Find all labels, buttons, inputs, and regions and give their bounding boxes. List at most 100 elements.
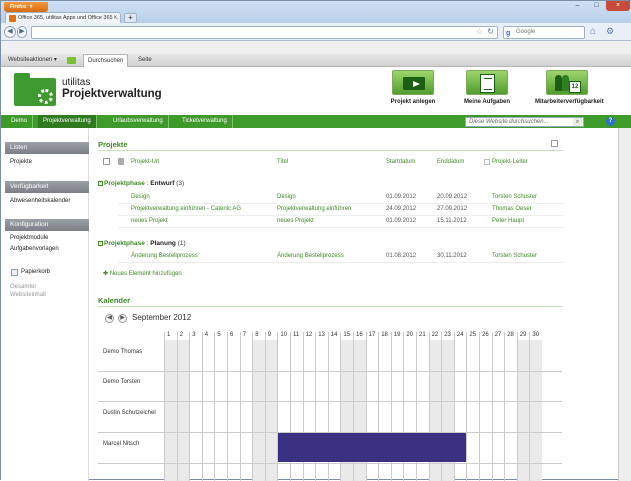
day-header: 18	[378, 332, 391, 340]
person-name: Demo Thomas	[103, 349, 143, 355]
availability-grid: 1 2 3 4 5 6 7 8 9 10 11 12 13 14 15 16 17 18 19 20 21 22 23 24 2…	[98, 332, 562, 481]
row-projekt-leiter[interactable]: Torsten Schuster	[492, 253, 537, 259]
group-header-planung[interactable]: - Projektphase : Planung (1)	[98, 240, 186, 247]
nav-urlaubsverwaltung[interactable]: Urlaubsverwaltung	[108, 115, 169, 128]
day-column	[252, 340, 265, 481]
web-search-input[interactable]: g Google	[503, 26, 585, 39]
table-row	[118, 262, 563, 263]
new-tab-button[interactable]: +	[124, 13, 137, 23]
day-header: 12	[302, 332, 316, 340]
recycle-bin-icon	[11, 269, 18, 276]
row-titel[interactable]: Design	[277, 194, 296, 200]
site-actions-menu[interactable]: Websiteaktionen ▾	[8, 54, 57, 67]
reload-icon[interactable]: ↻	[487, 27, 494, 36]
row-projekt-leiter[interactable]: Peter Haupt	[492, 218, 524, 224]
group-header-entwurf[interactable]: - Projektphase : Entwurf (3)	[98, 180, 184, 187]
day-header: 27	[491, 332, 505, 340]
row-projekt-url[interactable]: Design	[131, 194, 150, 200]
day-header: 22	[428, 332, 442, 340]
my-tasks-button[interactable]: Meine Aufgaben	[457, 70, 517, 105]
collapse-icon[interactable]: -	[98, 180, 103, 186]
row-projekt-url[interactable]: neues Projekt	[131, 218, 168, 224]
row-titel[interactable]: Projektverwaltung einführen	[277, 206, 351, 212]
lists-header[interactable]: Listen	[5, 142, 89, 154]
nav-demo[interactable]: Demo	[6, 115, 34, 128]
page-scrollbar[interactable]	[618, 128, 631, 481]
column-startdatum[interactable]: Startdatum	[386, 159, 415, 165]
day-header: 2	[176, 332, 190, 340]
sharepoint-ribbon: Websiteaktionen ▾ Durchsuchen Seite	[1, 54, 631, 67]
home-icon[interactable]: ⌂	[590, 26, 596, 37]
day-header: 9	[264, 332, 278, 340]
sidebar-item-aufgabenvorlagen[interactable]: Aufgabenvorlagen	[10, 246, 59, 252]
forward-arrow-icon[interactable]: ▶	[17, 26, 27, 38]
availability-header[interactable]: Verfügbarkeit	[5, 181, 89, 193]
nav-projektverwaltung[interactable]: Projektverwaltung	[38, 115, 97, 128]
day-header: 11	[290, 332, 303, 340]
day-header: 4	[201, 332, 215, 340]
tab-page[interactable]: Seite	[138, 54, 152, 67]
all-content-link-1[interactable]: Gesamter	[10, 284, 36, 290]
row-projekt-leiter[interactable]: Thomas Oeser	[492, 206, 532, 212]
person-name: Marcel Nitsch	[103, 441, 140, 447]
row-divider	[98, 463, 562, 464]
staff-availability-button[interactable]: 12 Mitarbeiterverfügbarkeit	[535, 70, 604, 105]
person-name: Dustin Schutzeichel	[103, 410, 156, 416]
title-bar: Firefox ▼ Office 365, utilitas Apps und O…	[1, 1, 631, 24]
maximize-button[interactable]: □	[587, 1, 606, 11]
select-all-checkbox[interactable]	[103, 158, 110, 165]
day-header: 15	[340, 332, 353, 340]
row-projekt-url[interactable]: Projektverwaltung einführen - Catenic AG	[131, 206, 241, 212]
column-projekt-leiter[interactable]: Projekt-Leiter	[492, 159, 528, 165]
day-header: 10	[277, 332, 290, 340]
row-titel[interactable]: Änderung Bestellprozess	[277, 253, 344, 259]
sidebar-item-projekte[interactable]: Projekte	[10, 159, 32, 165]
sidebar-item-projektmodule[interactable]: Projektmodule	[10, 235, 48, 241]
absence-bar[interactable]	[278, 433, 467, 462]
column-projekt-url[interactable]: Projekt-Url	[131, 159, 159, 165]
bookmark-star-icon[interactable]: ☆	[476, 27, 483, 36]
create-project-button[interactable]: Projekt anlegen	[383, 70, 443, 105]
prev-month-icon[interactable]: ◀	[105, 314, 114, 323]
firefox-menu-button[interactable]: Firefox ▼	[4, 2, 48, 12]
day-header: 24	[453, 332, 467, 340]
row-titel[interactable]: neues Projekt	[277, 218, 314, 224]
nav-ticketverwaltung[interactable]: Ticketverwaltung	[177, 115, 233, 128]
row-projekt-url[interactable]: Änderung Bestellprozess	[131, 253, 198, 259]
calendar-title[interactable]: Kalender	[98, 296, 130, 305]
configuration-header[interactable]: Konfiguration	[5, 219, 89, 231]
tools-icon[interactable]: ⚙	[606, 26, 614, 37]
column-enddatum[interactable]: Enddatum	[437, 159, 464, 165]
close-window-button[interactable]: ×	[606, 1, 630, 11]
recycle-bin-link[interactable]: Papierkorb	[21, 269, 50, 275]
column-titel[interactable]: Titel	[277, 159, 288, 165]
day-header: 25	[466, 332, 479, 340]
projects-title[interactable]: Projekte	[98, 140, 128, 149]
site-header: utilitas Projektverwaltung Projekt anleg…	[1, 67, 631, 115]
calendar-divider	[98, 306, 563, 307]
url-bar[interactable]: ☆ ↻	[31, 26, 498, 39]
search-icon[interactable]: ⌕	[573, 118, 582, 126]
column-leader-checkbox[interactable]	[484, 159, 490, 165]
sidebar-item-abwesenheitskalender[interactable]: Abwesenheitskalender	[10, 198, 70, 204]
minimize-button[interactable]: –	[568, 1, 587, 11]
add-new-item-link[interactable]: ✚ Neues Element hinzufügen	[103, 270, 182, 277]
day-header: 6	[227, 332, 240, 340]
collapse-icon[interactable]: -	[98, 240, 103, 246]
tab-browse[interactable]: Durchsuchen	[83, 54, 129, 67]
brand-company: utilitas	[62, 77, 91, 88]
site-search-input[interactable]: Diese Website durchsuchen... ⌕	[465, 117, 584, 127]
day-column	[529, 340, 542, 481]
row-projekt-leiter[interactable]: Torsten Schuster	[492, 194, 537, 200]
day-header: 14	[327, 332, 341, 340]
folder-icon[interactable]	[67, 57, 76, 64]
next-month-icon[interactable]: ▶	[118, 314, 127, 323]
person-name: Demo Torsten	[103, 379, 141, 385]
day-header: 20	[403, 332, 416, 340]
help-icon[interactable]: ?	[606, 117, 615, 126]
all-content-link-2[interactable]: Websiteinhalt	[10, 292, 46, 298]
day-header: 26	[479, 332, 492, 340]
webpart-select-checkbox[interactable]	[551, 140, 558, 147]
back-arrow-icon[interactable]: ◀	[4, 26, 16, 38]
day-column	[214, 340, 227, 481]
